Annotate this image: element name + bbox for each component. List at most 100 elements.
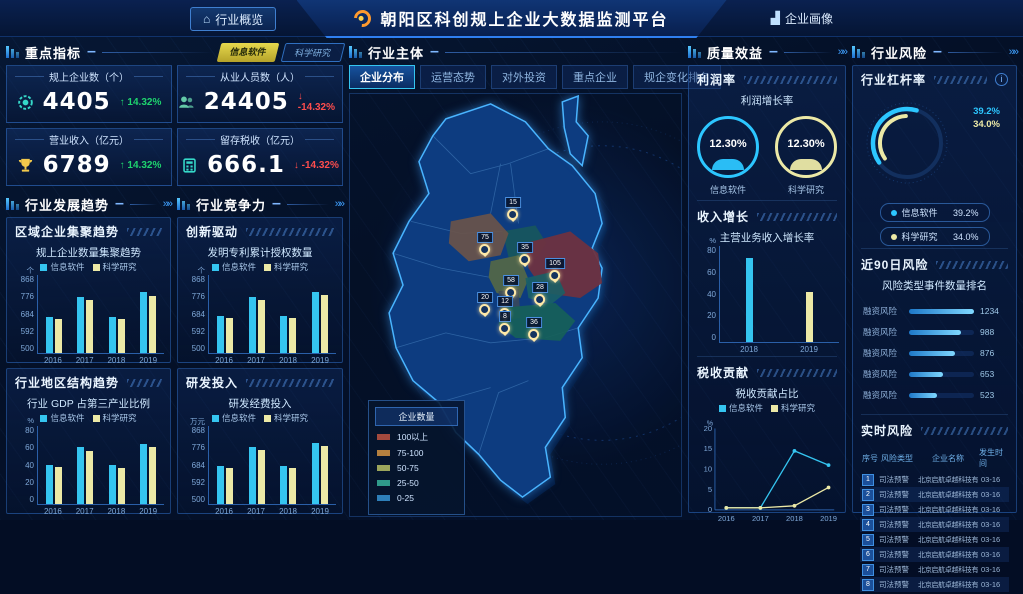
bar <box>140 292 147 353</box>
subsection-title: 行业杠杆率 <box>861 71 926 88</box>
table-row[interactable]: 5司法预警北京启航卓越科技有限公司03-16 <box>860 532 1009 547</box>
kpi-value: 666.1 <box>207 152 285 178</box>
pin-icon <box>519 254 530 265</box>
bar <box>312 443 319 504</box>
chart-title: 税收贡献占比 <box>689 386 845 401</box>
pin-icon <box>550 270 561 281</box>
svg-text:2017: 2017 <box>752 514 769 523</box>
map-marker-58[interactable]: 58 <box>503 275 519 298</box>
more-chevron-icon[interactable]: »» <box>838 46 846 58</box>
map-marker-8[interactable]: 8 <box>499 311 511 334</box>
tab-bar: 企业分布运营态势对外投资重点企业规企变化排名 <box>349 65 682 89</box>
bar <box>289 468 296 504</box>
bar <box>46 465 53 504</box>
gauge-caption: 科学研究 <box>788 183 824 196</box>
bar <box>86 451 93 504</box>
table-row[interactable]: 3司法预警北京启航卓越科技有限公司03-16 <box>860 502 1009 517</box>
card-region-structure: 行业地区结构趋势 行业 GDP 占第三产业比例信息软件科学研究%80604020… <box>6 368 171 514</box>
table-row[interactable]: 4司法预警北京启航卓越科技有限公司03-16 <box>860 517 1009 532</box>
pin-icon <box>534 294 545 305</box>
map-marker-28[interactable]: 28 <box>532 282 548 305</box>
bar <box>140 444 147 504</box>
donut-legend-item: 科学研究34.0% <box>880 227 990 246</box>
pin-icon <box>528 329 539 340</box>
chart-title: 规上企业数量集聚趋势 <box>13 245 164 260</box>
panel-industry-main-body: 行业主体 – 企业分布运营态势对外投资重点企业规企变化排名 1575351055… <box>349 42 682 516</box>
map-marker-36[interactable]: 36 <box>526 317 542 340</box>
map-marker-75[interactable]: 75 <box>477 232 493 255</box>
donut-value: 34.0% <box>973 118 1000 131</box>
gauge-caption: 信息软件 <box>710 183 746 196</box>
panel-industry-risk: 行业风险 – »» 行业杠杆率 i 39.2%34.0%信息软件39.2%科学研… <box>852 42 1017 516</box>
bar <box>109 317 116 353</box>
donut-chart: 39.2%34.0% <box>853 91 1016 199</box>
bar <box>217 466 224 504</box>
svg-text:0: 0 <box>708 505 712 514</box>
svg-text:20: 20 <box>704 424 712 433</box>
chart-legend: 信息软件科学研究 <box>184 261 336 273</box>
tab-运营态势[interactable]: 运营态势 <box>420 65 486 89</box>
table-row[interactable]: 7司法预警北京启航卓越科技有限公司03-16 <box>860 562 1009 577</box>
bar <box>149 447 156 504</box>
nav-industry-overview[interactable]: ⌂ 行业概览 <box>190 7 276 31</box>
map-marker-35[interactable]: 35 <box>517 242 533 265</box>
section-decor-icon <box>6 198 19 210</box>
map-marker-15[interactable]: 15 <box>505 197 521 220</box>
nav-enterprise-portrait-label: 企业画像 <box>785 10 833 27</box>
toggle-科学研究[interactable]: 科学研究 <box>281 43 346 62</box>
subsection-title: 实时风险 <box>861 422 913 439</box>
panel-title: 质量效益 <box>707 43 763 62</box>
table-row[interactable]: 2司法预警北京启航卓越科技有限公司03-16 <box>860 487 1009 502</box>
app-logo-icon <box>351 6 375 30</box>
chart-legend: 信息软件科学研究 <box>689 402 845 414</box>
svg-text:5: 5 <box>708 485 712 494</box>
card-quality: 利润率 利润增长率12.30%信息软件12.30%科学研究 收入增长 主营业务收… <box>688 65 846 513</box>
tab-对外投资[interactable]: 对外投资 <box>491 65 557 89</box>
card-risk: 行业杠杆率 i 39.2%34.0%信息软件39.2%科学研究34.0% 近90… <box>852 65 1017 513</box>
bar <box>77 447 84 504</box>
toggle-信息软件[interactable]: 信息软件 <box>217 43 280 62</box>
pin-icon <box>479 304 490 315</box>
legend-item: 0-25 <box>377 493 456 503</box>
subsection-title: 行业地区结构趋势 <box>15 374 119 391</box>
risk-rank-row: 融资风险1234 <box>863 305 1006 317</box>
bar <box>118 468 125 504</box>
page-title: 朝阳区科创规上企业大数据监测平台 <box>380 6 668 30</box>
table-row[interactable]: 6司法预警北京启航卓越科技有限公司03-16 <box>860 547 1009 562</box>
chart-title: 主营业务收入增长率 <box>695 230 839 245</box>
bar <box>55 467 62 504</box>
donut-value: 39.2% <box>973 105 1000 118</box>
more-chevron-icon[interactable]: »» <box>335 198 343 210</box>
bar <box>109 465 116 504</box>
chart-title: 行业 GDP 占第三产业比例 <box>13 396 164 411</box>
bar <box>55 319 62 353</box>
pin-icon <box>479 244 490 255</box>
panel-title: 行业主体 <box>368 43 424 62</box>
chart-rnd-investment: 研发经费投入信息软件科学研究万元868776684592500201620172… <box>178 396 342 516</box>
bar <box>312 292 319 353</box>
bar <box>321 295 328 353</box>
chart-enterprise-agglomeration: 规上企业数量集聚趋势信息软件科学研究个868776684592500201620… <box>7 245 170 365</box>
kpi-grid: 规上企业数（个）4405↑ 14.32%从业人员数（人）24405↓ -14.3… <box>6 65 343 186</box>
bar <box>258 300 265 353</box>
gauge-value: 12.30% <box>787 138 824 150</box>
bar <box>746 258 753 342</box>
bar <box>77 297 84 353</box>
tab-重点企业[interactable]: 重点企业 <box>562 65 628 89</box>
subsection-title: 研发投入 <box>186 374 238 391</box>
kpi-label: 规上企业数（个） <box>7 66 171 84</box>
nav-enterprise-portrait[interactable]: ▟ 企业画像 <box>759 7 845 29</box>
table-row[interactable]: 8司法预警北京启航卓越科技有限公司03-16 <box>860 577 1009 592</box>
map-marker-105[interactable]: 105 <box>545 258 565 281</box>
more-chevron-icon[interactable]: »» <box>1009 46 1017 58</box>
map-marker-20[interactable]: 20 <box>477 292 493 315</box>
more-chevron-icon[interactable]: »» <box>163 198 171 210</box>
kpi-label: 从业人员数（人） <box>178 66 342 84</box>
district-map: 15753510558282012836 企业数量 100以上75-10050-… <box>349 93 682 517</box>
table-row[interactable]: 1司法预警北京启航卓越科技有限公司03-16 <box>860 472 1009 487</box>
bar <box>280 466 287 504</box>
tab-企业分布[interactable]: 企业分布 <box>349 65 415 89</box>
card-region-agglomeration: 区域企业集聚趋势 规上企业数量集聚趋势信息软件科学研究个868776684592… <box>6 217 171 363</box>
section-decor-icon <box>177 198 190 210</box>
info-icon[interactable]: i <box>995 73 1008 86</box>
